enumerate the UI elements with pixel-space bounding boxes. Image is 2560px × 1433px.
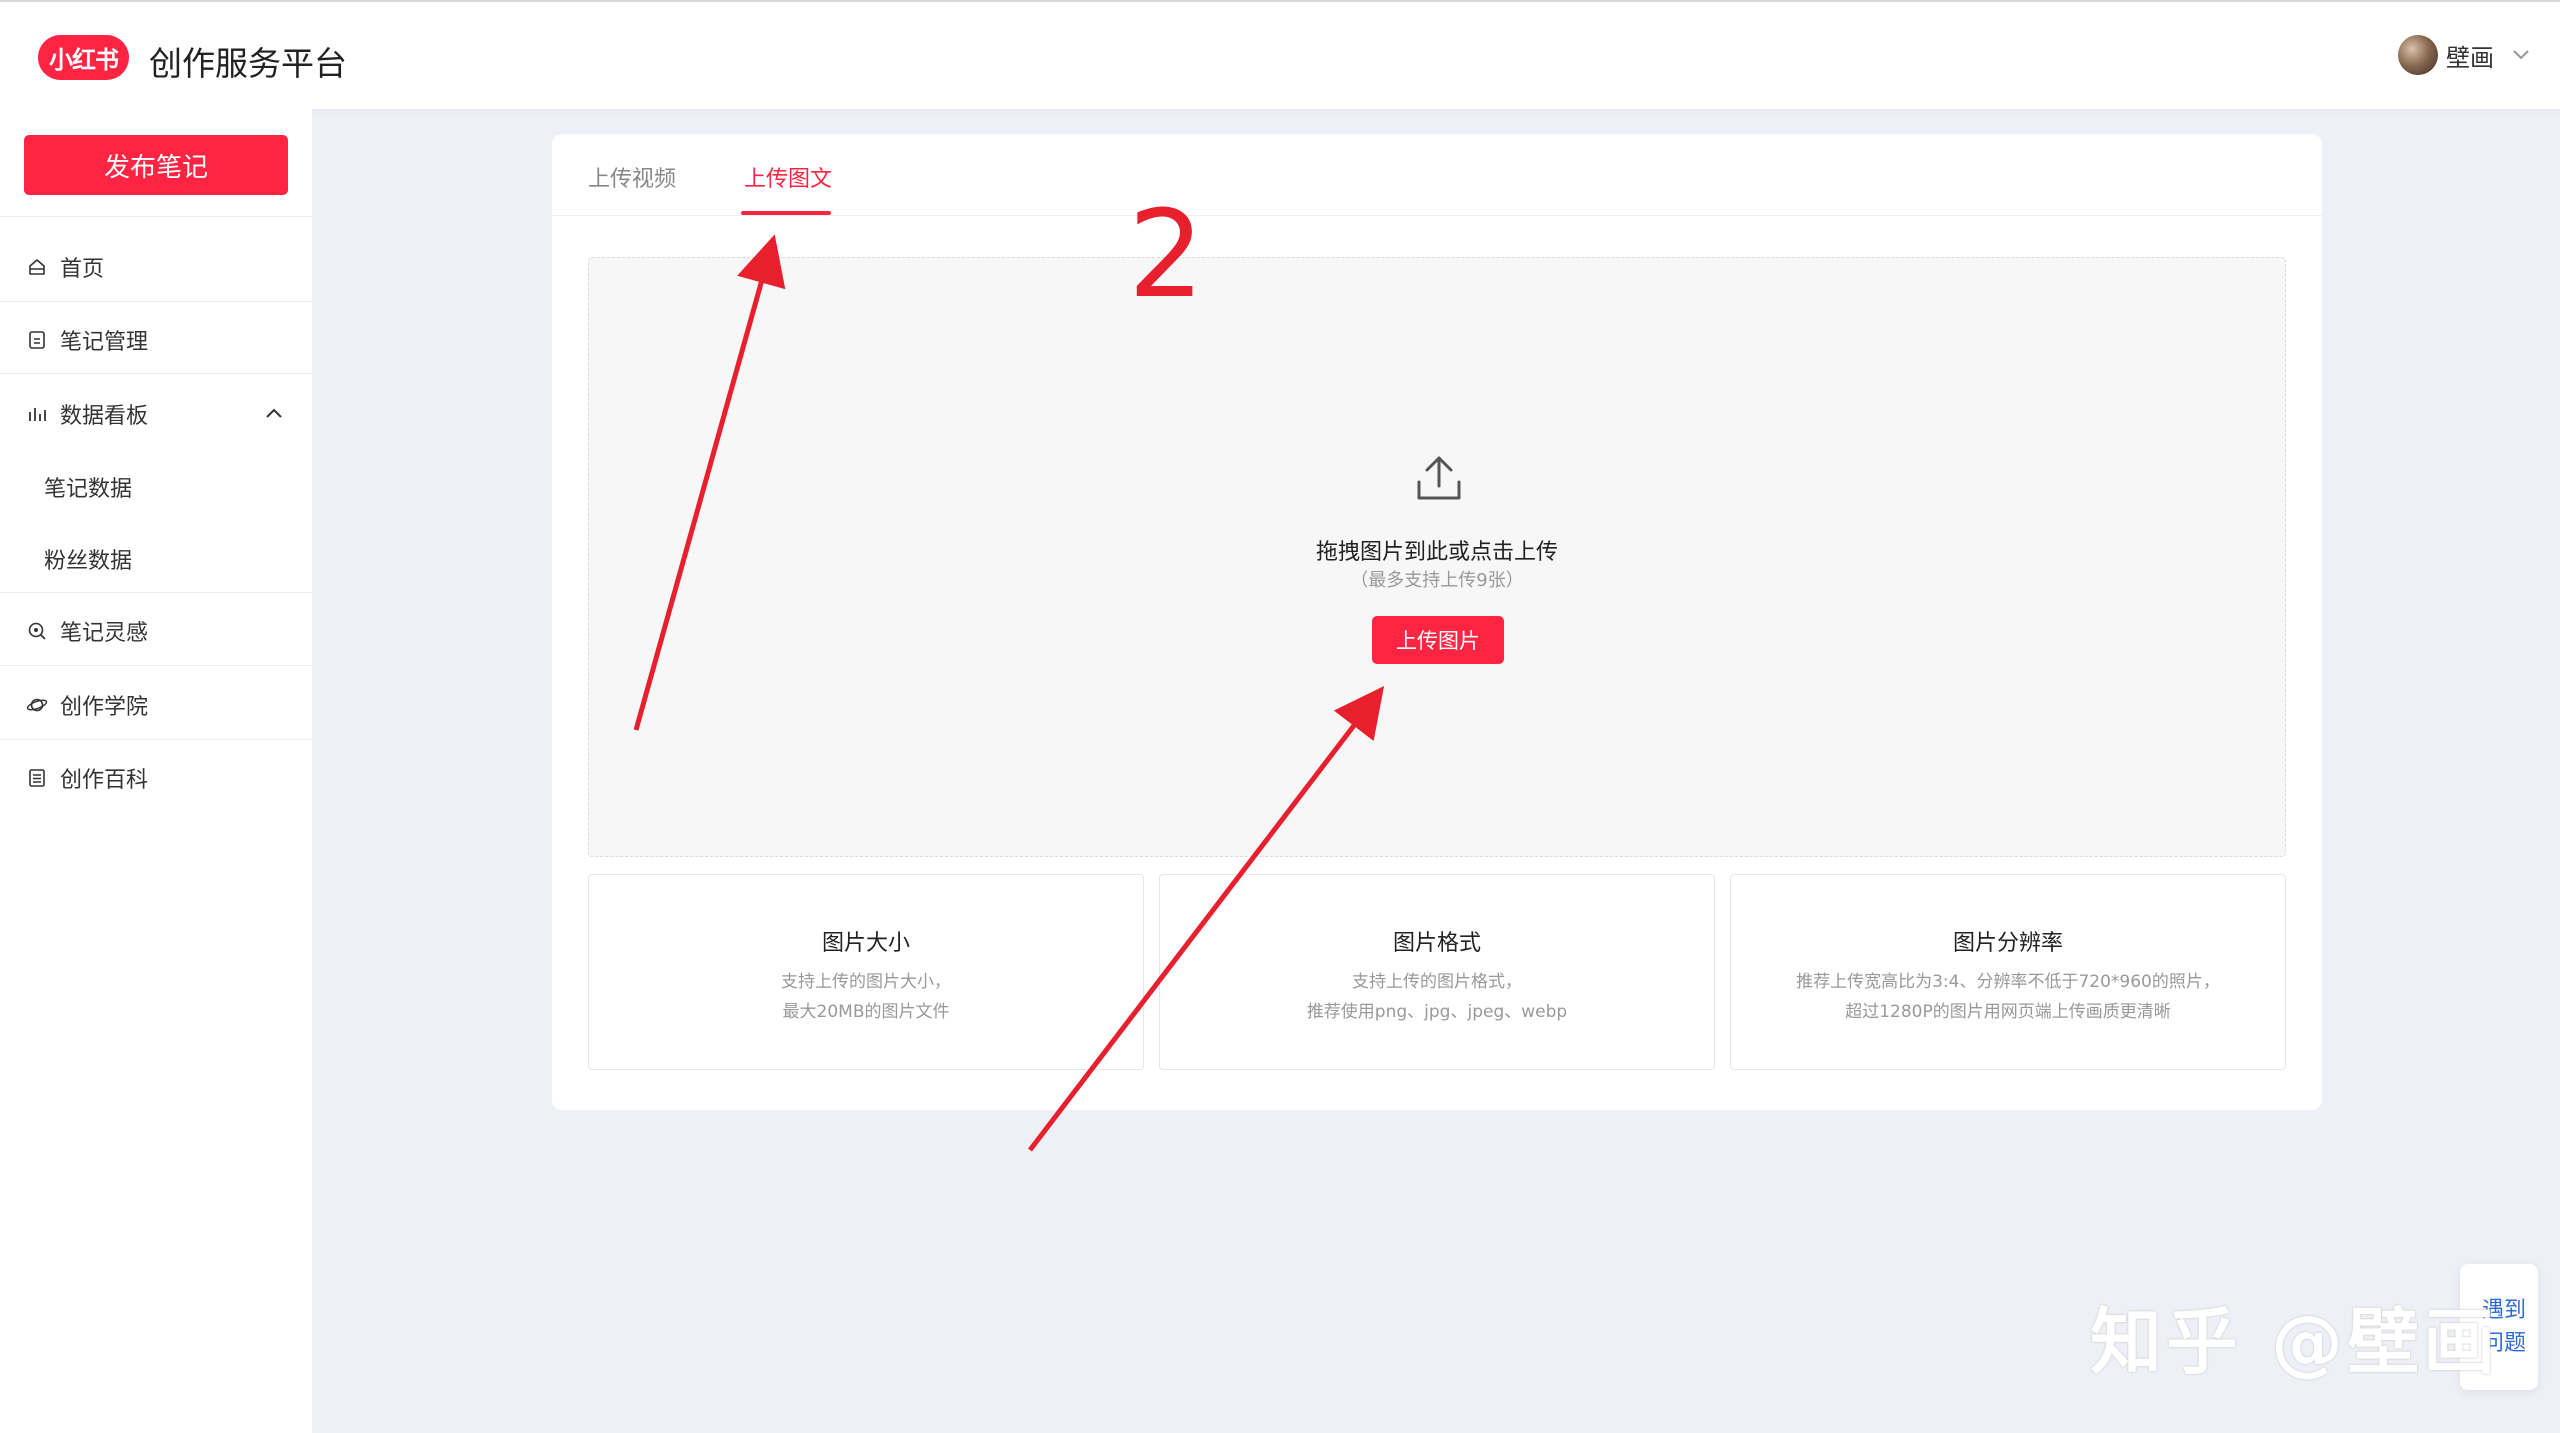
sidebar-item-data-board[interactable]: 数据看板 bbox=[26, 398, 148, 430]
dropzone-title: 拖拽图片到此或点击上传 bbox=[1315, 540, 1558, 565]
chart-icon bbox=[26, 403, 48, 425]
sidebar-item-label: 创作百科 bbox=[60, 768, 149, 793]
image-dropzone[interactable]: 拖拽图片到此或点击上传 （最多支持上传9张） 上传图片 bbox=[588, 257, 2286, 857]
divider bbox=[0, 665, 312, 666]
planet-icon bbox=[26, 694, 48, 716]
sidebar-item-note-data[interactable]: 笔记数据 bbox=[44, 471, 132, 503]
sidebar-item-note-management[interactable]: 笔记管理 bbox=[26, 324, 148, 356]
chevron-down-icon[interactable] bbox=[2512, 45, 2530, 66]
annotation-step-number: 2 bbox=[1128, 186, 1205, 325]
info-image-size: 图片大小 支持上传的图片大小， 最大20MB的图片文件 bbox=[588, 874, 1144, 1070]
sidebar-item-label: 首页 bbox=[60, 257, 105, 282]
info-title: 图片格式 bbox=[1392, 931, 1481, 956]
info-line: 超过1280P的图片用网页端上传画质更清晰 bbox=[1845, 1002, 2171, 1022]
sidebar-item-label: 笔记管理 bbox=[60, 330, 149, 355]
info-line: 支持上传的图片格式， bbox=[1352, 972, 1522, 992]
publish-note-button[interactable]: 发布笔记 bbox=[24, 135, 288, 195]
user-menu[interactable]: 壁画 bbox=[2398, 35, 2530, 75]
avatar[interactable] bbox=[2398, 35, 2438, 75]
upload-icon bbox=[1415, 452, 1463, 508]
info-description: 推荐上传宽高比为3:4、分辨率不低于720*960的照片， 超过1280P的图片… bbox=[1731, 967, 2285, 1027]
platform-title: 创作服务平台 bbox=[149, 44, 347, 83]
upload-tabs: 上传视频 上传图文 bbox=[552, 134, 2322, 216]
upload-card: 上传视频 上传图文 拖拽图片到此或点击上传 （最多支持上传9张） 上传图片 图片… bbox=[552, 134, 2322, 1110]
sidebar-item-fan-data[interactable]: 粉丝数据 bbox=[44, 543, 132, 575]
sidebar-item-label: 创作学院 bbox=[60, 695, 149, 720]
info-line: 推荐使用png、jpg、jpeg、webp bbox=[1306, 1002, 1568, 1022]
inspiration-icon bbox=[26, 620, 48, 642]
sidebar-item-inspiration[interactable]: 笔记灵感 bbox=[26, 615, 148, 647]
info-description: 支持上传的图片大小， 最大20MB的图片文件 bbox=[589, 967, 1143, 1027]
watermark: 知乎 @壁画 bbox=[2090, 1300, 2500, 1384]
divider bbox=[0, 301, 312, 302]
sidebar-item-encyclopedia[interactable]: 创作百科 bbox=[26, 762, 148, 794]
info-image-resolution: 图片分辨率 推荐上传宽高比为3:4、分辨率不低于720*960的照片， 超过12… bbox=[1730, 874, 2286, 1070]
sidebar: 发布笔记 首页 笔记管理 数据看板 笔记数据 粉丝数据 笔记灵感 创作学院 创作… bbox=[0, 109, 312, 1433]
info-title: 图片大小 bbox=[821, 931, 910, 956]
divider bbox=[0, 592, 312, 593]
home-icon bbox=[26, 256, 48, 278]
dropzone-subtitle: （最多支持上传9张） bbox=[1350, 570, 1524, 591]
sidebar-item-home[interactable]: 首页 bbox=[26, 251, 104, 283]
info-image-format: 图片格式 支持上传的图片格式， 推荐使用png、jpg、jpeg、webp bbox=[1159, 874, 1715, 1070]
sidebar-item-label: 笔记灵感 bbox=[60, 621, 149, 646]
divider bbox=[0, 216, 312, 217]
info-line: 最大20MB的图片文件 bbox=[782, 1002, 950, 1022]
active-tab-indicator bbox=[741, 211, 831, 215]
info-line: 支持上传的图片大小， bbox=[781, 972, 951, 992]
tab-upload-image-text[interactable]: 上传图文 bbox=[744, 161, 832, 193]
divider bbox=[0, 739, 312, 740]
tab-upload-video[interactable]: 上传视频 bbox=[588, 161, 676, 193]
info-description: 支持上传的图片格式， 推荐使用png、jpg、jpeg、webp bbox=[1160, 967, 1714, 1027]
xiaohongshu-logo[interactable]: 小红书 bbox=[38, 35, 129, 80]
info-title: 图片分辨率 bbox=[1952, 931, 2063, 956]
chevron-up-icon[interactable] bbox=[264, 405, 284, 424]
user-name[interactable]: 壁画 bbox=[2446, 38, 2494, 73]
top-bar: 小红书 创作服务平台 壁画 bbox=[0, 0, 2560, 109]
info-line: 推荐上传宽高比为3:4、分辨率不低于720*960的照片， bbox=[1796, 972, 2220, 992]
note-icon bbox=[26, 329, 48, 351]
upload-image-button[interactable]: 上传图片 bbox=[1372, 616, 1504, 664]
divider bbox=[0, 373, 312, 374]
logo-text: 小红书 bbox=[49, 46, 119, 74]
sidebar-item-academy[interactable]: 创作学院 bbox=[26, 689, 148, 721]
book-icon bbox=[26, 767, 48, 789]
sidebar-item-label: 数据看板 bbox=[60, 404, 149, 429]
